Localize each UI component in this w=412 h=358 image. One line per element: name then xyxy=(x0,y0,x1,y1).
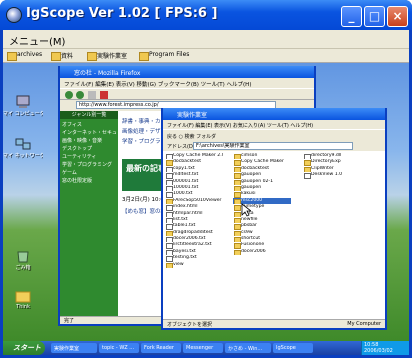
computer-icon[interactable] xyxy=(15,95,31,109)
taskbar-button[interactable]: かさめ - Win... xyxy=(225,343,271,353)
sidebar-item[interactable]: 学習・プログラミング xyxy=(62,161,116,168)
toolbar-tab-program-files[interactable]: Program Files xyxy=(139,51,199,61)
sidebar: ジャンル別一覧 オフィス インターネット・セキュリティ 画像・映像・音楽 デスク… xyxy=(60,111,118,316)
recycle-bin-icon[interactable] xyxy=(15,249,31,263)
screen-capture-view: archives 資料 実験作業室 Program Files マイ コンピュー… xyxy=(3,49,409,355)
sidebar-header: ジャンル別一覧 xyxy=(60,111,118,119)
explorer-address-bar: アドレス(D) F:\archives\実験作業室 xyxy=(163,141,385,151)
nav-buttons-icon[interactable] xyxy=(64,90,124,100)
file-item[interactable]: DeskView 1.0 xyxy=(303,172,361,179)
file-list: Copy Cache Maker 2.0 docbacktest copy1.txt… xyxy=(163,151,385,319)
menu-bar: メニュー(M) xyxy=(3,30,409,49)
status-location: My Computer xyxy=(347,321,381,327)
toolbar-tab-archives[interactable]: archives xyxy=(7,51,49,61)
explorer-menu[interactable]: ファイル(F) 編集(E) 表示(V) お気に入り(A) ツール(T) ヘルプ(… xyxy=(163,120,385,129)
browser-menu[interactable]: ファイル(F) 編集(E) 表示(V) 移動(G) ブックマーク(B) ツール(… xyxy=(60,78,314,88)
file-item[interactable]: view xyxy=(165,262,223,269)
file-item[interactable]: docer2006 xyxy=(233,249,291,256)
system-tray: 10:58 2006/03/02 xyxy=(361,341,409,355)
start-button[interactable]: スタート xyxy=(3,341,45,355)
address-label: アドレス(D) xyxy=(167,144,195,150)
toolbar-tab-lab[interactable]: 実験作業室 xyxy=(87,51,135,61)
minimize-button[interactable]: _ xyxy=(341,6,362,27)
explorer-path-input[interactable]: F:\archives\実験作業室 xyxy=(193,142,353,150)
desktop-icon-label: ごみ箱 xyxy=(15,265,31,271)
menu-item-menu[interactable]: メニュー(M) xyxy=(9,33,65,48)
mouse-cursor-icon xyxy=(241,203,251,217)
taskbar-button[interactable]: 実験作業室 xyxy=(51,343,97,353)
title-bar[interactable]: IgScope Ver 1.02 [ FPS:6 ] _ □ × xyxy=(0,0,412,30)
taskbar-button[interactable]: topic - WZ ... xyxy=(99,343,139,353)
sidebar-item[interactable]: ゲーム xyxy=(62,169,116,176)
taskbar-button[interactable]: Fork Reader xyxy=(141,343,181,353)
sidebar-item[interactable]: 窓の杜限定版 xyxy=(62,177,116,184)
status-text: オブジェクトを選択 xyxy=(167,322,213,328)
window-title: IgScope Ver 1.02 [ FPS:6 ] xyxy=(26,6,218,21)
close-button[interactable]: × xyxy=(387,6,408,27)
desktop-icon-label: Think xyxy=(16,304,30,310)
network-icon[interactable] xyxy=(15,137,31,151)
browser-toolbar xyxy=(60,88,314,100)
app-window: IgScope Ver 1.02 [ FPS:6 ] _ □ × メニュー(M)… xyxy=(0,0,412,358)
sidebar-item[interactable]: インターネット・セキュリティ xyxy=(62,129,116,136)
tray-date: 2006/03/02 xyxy=(364,348,393,354)
explorer-title[interactable]: 実験作業室 xyxy=(163,108,385,120)
taskbar-button[interactable]: IgScope xyxy=(273,343,313,353)
explorer-status: オブジェクトを選択 My Computer xyxy=(163,319,385,328)
sidebar-item[interactable]: オフィス xyxy=(62,121,116,128)
explorer-window: 実験作業室 ファイル(F) 編集(E) 表示(V) お気に入り(A) ツール(T… xyxy=(161,108,387,330)
file-column: Copy Cache Maker 2.0 docbacktest copy1.txt… xyxy=(165,153,223,269)
taskbar-button[interactable]: Messenger xyxy=(183,343,223,353)
toolbar-tab-shiryo[interactable]: 資料 xyxy=(51,51,83,61)
desktop-icon-label: マイ ネットワーク xyxy=(3,153,43,159)
taskbar: スタート 実験作業室 topic - WZ ... Fork Reader Me… xyxy=(3,341,409,355)
browser-title[interactable]: 窓の杜 - Mozilla Firefox xyxy=(60,66,314,78)
sidebar-item[interactable]: デスクトップ xyxy=(62,145,116,152)
explorer-toolbar[interactable]: 戻る ○ 検索 フォルダ xyxy=(163,129,385,141)
desktop: archives 資料 実験作業室 Program Files マイ コンピュー… xyxy=(3,49,409,341)
app-icon xyxy=(6,7,22,23)
sidebar-item[interactable]: 画像・映像・音楽 xyxy=(62,137,116,144)
folder-icon[interactable] xyxy=(15,289,31,303)
desktop-toolbar: archives 資料 実験作業室 Program Files xyxy=(3,49,409,63)
desktop-icon-label: マイ コンピュータ xyxy=(3,111,43,117)
file-column: directory9.dll DirectoryExp ClipWriter Desk… xyxy=(303,153,361,179)
maximize-button[interactable]: □ xyxy=(364,6,385,27)
sidebar-item[interactable]: ユーティリティ xyxy=(62,153,116,160)
